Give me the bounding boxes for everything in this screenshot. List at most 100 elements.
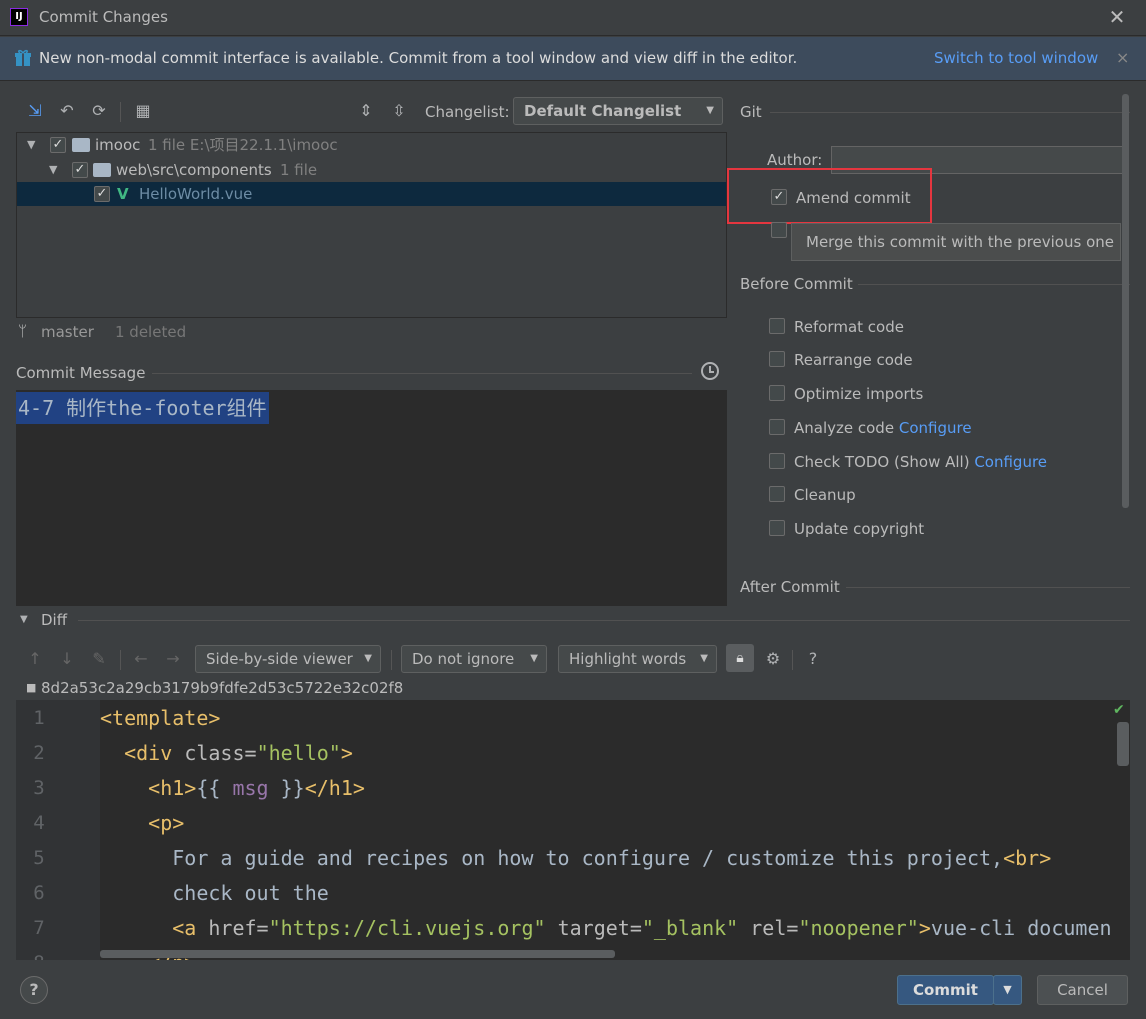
- show-diff-icon[interactable]: ⇲: [24, 100, 46, 122]
- highlight-dropdown[interactable]: Highlight words ▼: [558, 645, 717, 673]
- branch-status: 1 deleted: [115, 323, 187, 341]
- rearrange-code-label[interactable]: Rearrange code: [794, 351, 913, 369]
- checkbox[interactable]: ✓: [72, 162, 88, 178]
- changelist-value: Default Changelist: [524, 102, 682, 120]
- checkbox[interactable]: ✓: [94, 186, 110, 202]
- clock-icon[interactable]: [701, 362, 719, 380]
- help-icon[interactable]: ?: [802, 648, 824, 670]
- expand-all-icon[interactable]: ⇕: [355, 100, 377, 122]
- changelist-label: Changelist:: [425, 103, 510, 121]
- tree-item-meta: 1 file: [280, 161, 318, 179]
- before-commit-title: Before Commit: [740, 275, 853, 293]
- switch-to-tool-window-link[interactable]: Switch to tool window: [934, 49, 1098, 67]
- ignore-dropdown[interactable]: Do not ignore ▼: [401, 645, 547, 673]
- line-number-gutter: 1 2 3 4 5 6 7 8: [16, 700, 100, 960]
- commit-message-text[interactable]: 4-7 制作the-footer组件: [16, 392, 269, 424]
- prev-difference-icon[interactable]: ↑: [24, 648, 46, 670]
- rearrange-code-checkbox[interactable]: [769, 351, 785, 367]
- ignore-value: Do not ignore: [412, 650, 515, 668]
- diff-title[interactable]: Diff: [41, 611, 67, 629]
- line-number: 8: [16, 946, 62, 960]
- sign-off-checkbox[interactable]: [771, 222, 787, 238]
- author-label: Author:: [767, 151, 823, 169]
- changelist-dropdown[interactable]: Default Changelist ▼: [513, 97, 723, 125]
- rollback-icon[interactable]: ↶: [56, 100, 78, 122]
- git-section-title: Git: [740, 103, 762, 121]
- diff-editor[interactable]: 1 2 3 4 5 6 7 8 <template> <div class="h…: [16, 700, 1130, 960]
- toolbar-separator: [120, 102, 121, 122]
- viewer-dropdown[interactable]: Side-by-side viewer ▼: [195, 645, 381, 673]
- tree-item-meta: 1 file E:\项目22.1.1\imooc: [148, 136, 338, 154]
- gear-icon[interactable]: ⚙: [762, 648, 784, 670]
- code-horizontal-scrollbar[interactable]: [100, 950, 615, 958]
- divider: [846, 587, 1130, 588]
- collapse-all-icon[interactable]: ⇳: [388, 100, 410, 122]
- banner-close-icon[interactable]: ×: [1116, 48, 1129, 67]
- branch-icon: ᛘ: [18, 322, 28, 340]
- tree-row[interactable]: ▼ ✓ imooc 1 file E:\项目22.1.1\imooc: [17, 133, 726, 157]
- close-icon[interactable]: ✕: [1106, 6, 1128, 28]
- reformat-code-checkbox[interactable]: [769, 318, 785, 334]
- line-number: 6: [33, 882, 45, 904]
- cleanup-checkbox[interactable]: [769, 486, 785, 502]
- code-vertical-scrollbar[interactable]: [1117, 722, 1129, 766]
- optimize-imports-label[interactable]: Optimize imports: [794, 385, 923, 403]
- highlight-box: [727, 168, 932, 224]
- line-number: 3: [33, 777, 45, 799]
- toolbar-separator: [792, 650, 793, 670]
- line-number: 4: [33, 812, 45, 834]
- analyze-code-label[interactable]: Analyze code Configure: [794, 419, 972, 437]
- todo-configure-link[interactable]: Configure: [974, 453, 1047, 471]
- lock-icon[interactable]: 🔒︎: [726, 644, 754, 672]
- commit-hash: 8d2a53c2a29cb3179b9fdfe2d53c5722e32c02f8: [41, 679, 404, 697]
- divider: [770, 112, 1130, 113]
- update-copyright-label[interactable]: Update copyright: [794, 520, 924, 538]
- line-number: 1: [33, 707, 45, 729]
- window-title: Commit Changes: [39, 8, 168, 26]
- tree-row[interactable]: ✓ V HelloWorld.vue: [17, 182, 726, 206]
- chevron-down-icon: ▼: [364, 653, 372, 664]
- folder-icon: [93, 163, 111, 177]
- commit-options-dropdown[interactable]: ▼: [993, 975, 1022, 1005]
- code-line: For a guide and recipes on how to config…: [100, 846, 1052, 870]
- tree-item-label: web\src\components: [116, 161, 272, 179]
- tooltip: Merge this commit with the previous one: [791, 223, 1121, 261]
- code-line: check out the: [100, 881, 329, 905]
- title-bar: [0, 0, 1146, 36]
- analyze-code-text: Analyze code: [794, 419, 895, 437]
- cleanup-label[interactable]: Cleanup: [794, 486, 856, 504]
- divider: [152, 373, 692, 374]
- commit-button[interactable]: Commit: [897, 975, 994, 1005]
- optimize-imports-checkbox[interactable]: [769, 385, 785, 401]
- update-copyright-checkbox[interactable]: [769, 520, 785, 536]
- line-number: 5: [33, 847, 45, 869]
- check-todo-checkbox[interactable]: [769, 453, 785, 469]
- refresh-icon[interactable]: ⟳: [88, 100, 110, 122]
- tree-item-label: imooc: [95, 136, 141, 154]
- tree-item-label: HelloWorld.vue: [139, 185, 253, 203]
- arrow-left-icon[interactable]: ←: [130, 648, 152, 670]
- code-line: <div class="hello">: [124, 741, 353, 765]
- commit-message-label: Commit Message: [16, 364, 146, 382]
- arrow-right-icon[interactable]: →: [162, 648, 184, 670]
- next-difference-icon[interactable]: ↓: [56, 648, 78, 670]
- chevron-down-icon[interactable]: ▼: [49, 158, 57, 182]
- analyze-code-checkbox[interactable]: [769, 419, 785, 435]
- reformat-code-label[interactable]: Reformat code: [794, 318, 904, 336]
- checkbox[interactable]: ✓: [50, 137, 66, 153]
- chevron-down-icon[interactable]: ▼: [20, 614, 28, 625]
- edit-icon[interactable]: ✎: [88, 648, 110, 670]
- chevron-down-icon[interactable]: ▼: [27, 133, 35, 157]
- options-scrollbar[interactable]: [1122, 94, 1129, 508]
- cancel-button[interactable]: Cancel: [1037, 975, 1128, 1005]
- code-line: <p>: [148, 811, 185, 835]
- branch-name: master: [41, 323, 94, 341]
- changes-tree: ▼ ✓ imooc 1 file E:\项目22.1.1\imooc ▼ ✓ w…: [16, 132, 727, 318]
- line-number: 7: [33, 917, 45, 939]
- check-todo-label[interactable]: Check TODO (Show All) Configure: [794, 453, 1047, 471]
- tree-row[interactable]: ▼ ✓ web\src\components 1 file: [17, 158, 726, 182]
- module-folder-icon: [72, 138, 90, 152]
- group-by-icon[interactable]: ▦: [132, 100, 154, 122]
- help-button[interactable]: ?: [20, 976, 48, 1004]
- analyze-configure-link[interactable]: Configure: [899, 419, 972, 437]
